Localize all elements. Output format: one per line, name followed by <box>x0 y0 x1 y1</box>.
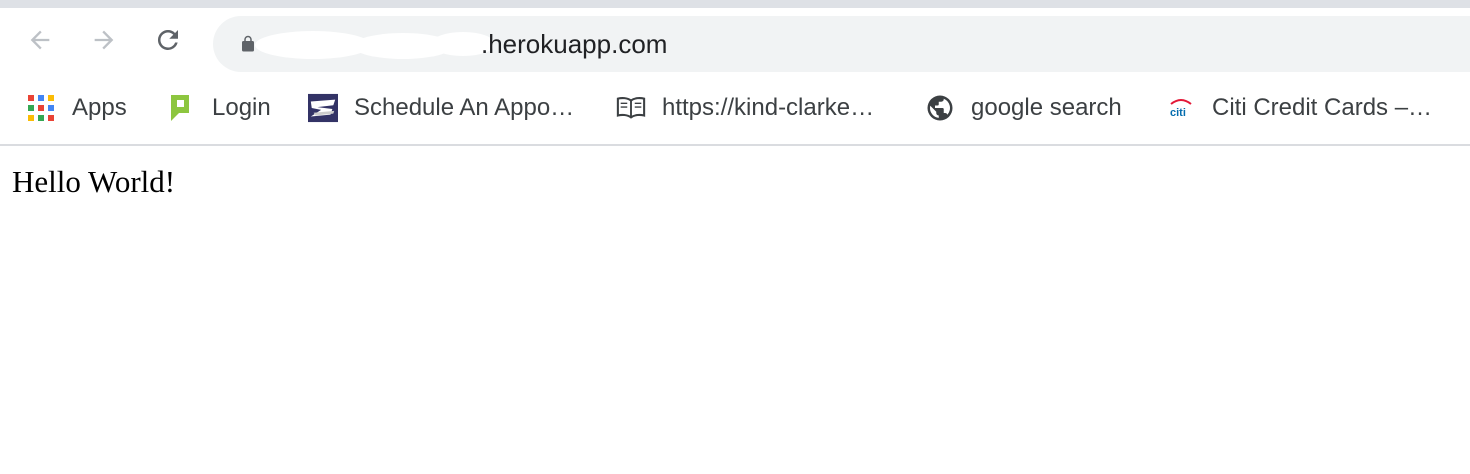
forward-button[interactable] <box>88 24 120 56</box>
bookmark-label: Citi Credit Cards –… <box>1212 94 1433 121</box>
reload-icon <box>157 29 178 50</box>
bookmark-kind-clarke[interactable]: https://kind-clarke… <box>616 90 874 126</box>
url-redaction-mark <box>255 31 493 59</box>
url-text[interactable]: .herokuapp.com <box>481 30 667 58</box>
bookmark-label: https://kind-clarke… <box>662 94 875 121</box>
page-heading-text: Hello World! <box>12 164 176 199</box>
bookmark-label: Login <box>212 94 271 121</box>
back-button[interactable] <box>24 24 56 56</box>
bookmark-apps[interactable]: Apps <box>26 90 127 126</box>
usps-eagle-icon <box>308 93 338 123</box>
open-book-icon <box>616 93 646 123</box>
reload-button[interactable] <box>152 24 184 56</box>
bookmark-google-search[interactable]: google search <box>925 90 1122 126</box>
browser-toolbar: .herokuapp.com <box>0 8 1470 72</box>
svg-text:citi: citi <box>1170 107 1186 119</box>
arrow-left-icon <box>30 30 50 50</box>
apps-grid-icon <box>26 93 56 123</box>
login-bookmark-icon <box>166 93 196 123</box>
globe-icon <box>925 93 955 123</box>
page-content: Hello World! <box>0 146 1470 474</box>
bookmarks-bar: Apps Login Schedule An Appo… https://kin… <box>0 72 1470 144</box>
citi-logo-icon: citi <box>1166 93 1196 123</box>
tab-strip-edge <box>0 0 1470 8</box>
bookmark-label: Schedule An Appo… <box>354 94 575 121</box>
address-bar[interactable]: .herokuapp.com <box>213 16 1470 72</box>
arrow-right-icon <box>94 30 114 50</box>
bookmark-label: google search <box>971 94 1122 121</box>
bookmark-label: Apps <box>72 94 127 121</box>
bookmark-login[interactable]: Login <box>166 90 271 126</box>
bookmark-citi-credit-cards[interactable]: citi Citi Credit Cards –… <box>1166 90 1432 126</box>
bookmark-schedule-appointment[interactable]: Schedule An Appo… <box>308 90 574 126</box>
